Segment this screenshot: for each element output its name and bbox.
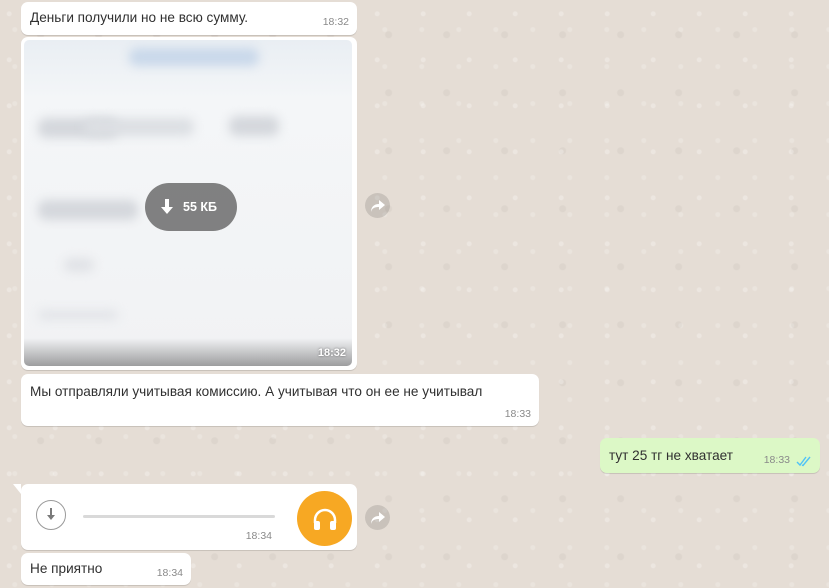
forward-icon bbox=[370, 199, 385, 212]
message-text: Мы отправляли учитывая комиссию. А учиты… bbox=[30, 384, 483, 399]
message-time: 18:33 bbox=[504, 408, 531, 420]
message-incoming[interactable]: Деньги получили но не всю сумму. 18:32 bbox=[21, 2, 357, 35]
image-shade bbox=[24, 338, 352, 366]
message-text: тут 25 тг не хватает bbox=[609, 448, 733, 463]
message-time: 18:34 bbox=[245, 530, 272, 542]
audio-avatar bbox=[297, 491, 352, 546]
double-check-icon bbox=[796, 456, 812, 467]
forward-button[interactable] bbox=[365, 193, 390, 218]
bubble-tail bbox=[13, 484, 21, 494]
headphones-icon bbox=[312, 507, 338, 531]
message-text: Деньги получили но не всю сумму. bbox=[30, 10, 249, 25]
message-time: 18:32 bbox=[317, 347, 346, 359]
image-thumbnail[interactable]: 55 КБ 18:32 bbox=[24, 40, 352, 366]
message-time: 18:33 bbox=[763, 454, 790, 466]
message-time: 18:32 bbox=[322, 16, 349, 28]
forward-icon bbox=[370, 511, 385, 524]
message-outgoing[interactable]: тут 25 тг не хватает 18:33 bbox=[600, 438, 820, 473]
message-incoming[interactable]: Мы отправляли учитывая комиссию. А учиты… bbox=[21, 374, 539, 426]
message-audio[interactable]: 18:34 bbox=[13, 484, 357, 550]
forward-button[interactable] bbox=[365, 505, 390, 530]
audio-progress-track[interactable] bbox=[83, 515, 275, 518]
download-icon bbox=[159, 198, 175, 216]
message-incoming[interactable]: Не приятно 18:34 bbox=[21, 553, 191, 585]
message-time: 18:34 bbox=[156, 567, 183, 579]
audio-download-button[interactable] bbox=[36, 500, 66, 530]
file-size: 55 КБ bbox=[183, 200, 217, 214]
message-text: Не приятно bbox=[30, 561, 103, 576]
download-icon bbox=[45, 508, 57, 522]
download-button[interactable]: 55 КБ bbox=[145, 183, 237, 231]
message-image[interactable]: 55 КБ 18:32 bbox=[21, 37, 357, 370]
